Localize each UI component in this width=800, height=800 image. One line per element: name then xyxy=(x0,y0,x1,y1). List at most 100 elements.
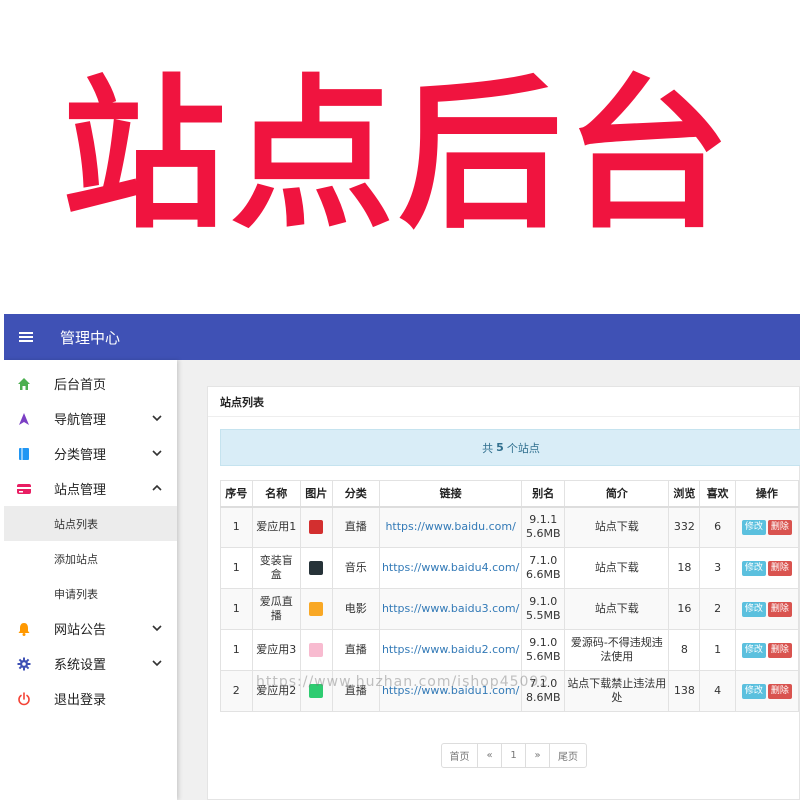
cell-actions: 修改 删除 xyxy=(734,547,800,589)
edit-button[interactable]: 修改 xyxy=(741,643,766,658)
page-last-button[interactable]: 尾页 xyxy=(550,744,586,767)
column-header[interactable]: 喜欢 xyxy=(699,480,736,508)
alias-line: 5.5MB xyxy=(525,609,561,622)
cell-views: 18 xyxy=(668,547,701,589)
cell-views: 8 xyxy=(668,629,701,671)
navigation-arrow-icon xyxy=(16,411,32,427)
table-row: 1 爱应用1 直播 https://www.baidu.com/9.1.1 5.6MB 站… xyxy=(220,506,800,548)
pagination: 首页 «1» 尾页 xyxy=(441,743,587,768)
column-header[interactable]: 分类 xyxy=(331,480,380,508)
cell-category: 音乐 xyxy=(331,547,380,589)
cell-link[interactable]: https://www.baidu3.com/ xyxy=(378,588,523,630)
cell-likes: 2 xyxy=(699,588,736,630)
cell-name: 爱瓜直播 xyxy=(251,588,301,630)
cell-likes: 1 xyxy=(699,629,736,671)
page-next-button[interactable]: » xyxy=(526,744,550,767)
alias-line: 6.6MB xyxy=(525,568,561,581)
sidebar-subitem-2[interactable]: 添加站点 xyxy=(4,541,177,576)
column-header[interactable]: 图片 xyxy=(299,480,333,508)
cell-intro: 爱源码-不得违规违法使用 xyxy=(564,629,670,671)
site-thumbnail xyxy=(309,602,324,616)
cell-likes: 4 xyxy=(699,670,736,712)
delete-button[interactable]: 删除 xyxy=(767,643,792,658)
hamburger-menu-button[interactable] xyxy=(4,314,48,360)
home-icon xyxy=(16,376,32,392)
alias-line: 9.1.1 xyxy=(529,513,558,527)
book-icon xyxy=(16,446,32,462)
column-header[interactable]: 链接 xyxy=(378,480,523,508)
sidebar-item-7[interactable]: 退出登录 xyxy=(4,681,177,716)
sidebar-item-6[interactable]: 系统设置 xyxy=(4,646,177,681)
sidebar-item-5[interactable]: 网站公告 xyxy=(4,611,177,646)
cell-name: 变装盲盒 xyxy=(251,547,301,589)
cell-id: 1 xyxy=(220,629,253,671)
column-header[interactable]: 序号 xyxy=(220,480,253,508)
cell-views: 16 xyxy=(668,588,701,630)
banner-title: 站点后台 xyxy=(62,60,735,251)
column-header[interactable]: 操作 xyxy=(734,480,800,508)
sidebar-item-4[interactable]: 站点管理 xyxy=(4,471,177,506)
sidebar-item-2[interactable]: 导航管理 xyxy=(4,401,177,436)
cell-image xyxy=(299,670,333,712)
page-first-button[interactable]: 首页 xyxy=(442,744,478,767)
alias-line: 7.1.0 xyxy=(529,554,558,567)
sidebar-item-label: 后台首页 xyxy=(54,378,107,393)
edit-button[interactable]: 修改 xyxy=(741,520,766,536)
table-row: 2 爱应用2 直播 https://www.baidu1.com/7.1.0 8.6MB… xyxy=(220,670,800,712)
cell-id: 1 xyxy=(220,506,253,548)
cell-likes: 6 xyxy=(699,506,736,548)
top-bar: 管理中心 xyxy=(4,314,800,360)
sidebar-item-1[interactable]: 后台首页 xyxy=(4,366,177,401)
edit-button[interactable]: 修改 xyxy=(741,561,766,576)
page-number-button[interactable]: 1 xyxy=(502,744,526,767)
delete-button[interactable]: 删除 xyxy=(767,520,792,536)
column-header[interactable]: 浏览 xyxy=(668,480,701,508)
delete-button[interactable]: 删除 xyxy=(767,602,792,617)
cell-actions: 修改 删除 xyxy=(734,670,800,712)
chevron-down-icon xyxy=(150,656,164,670)
edit-button[interactable]: 修改 xyxy=(741,684,766,699)
cell-category: 直播 xyxy=(331,506,380,548)
admin-app: 管理中心 后台首页 导航管理 分类管理 站点管理 站点列表 添加站点 申请列表 网站公告 系统设… xyxy=(4,314,800,800)
site-thumbnail xyxy=(309,561,324,575)
sidebar-subitem-3[interactable]: 申请列表 xyxy=(4,576,177,611)
sidebar-item-3[interactable]: 分类管理 xyxy=(4,436,177,471)
cell-category: 电影 xyxy=(331,588,380,630)
column-header[interactable]: 名称 xyxy=(251,480,301,508)
cell-alias: 9.1.0 5.6MB xyxy=(521,629,566,671)
cell-image xyxy=(299,588,333,630)
cell-intro: 站点下载 xyxy=(564,588,670,630)
delete-button[interactable]: 删除 xyxy=(767,684,792,699)
cell-name: 爱应用1 xyxy=(251,506,301,548)
site-thumbnail xyxy=(309,520,324,535)
sidebar-item-label: 系统设置 xyxy=(54,658,107,673)
count-value: 5 xyxy=(496,441,504,454)
cell-alias: 7.1.0 6.6MB xyxy=(521,547,566,589)
delete-button[interactable]: 删除 xyxy=(767,561,792,576)
sidebar-subitem-1[interactable]: 站点列表 xyxy=(4,506,177,541)
column-header[interactable]: 简介 xyxy=(564,480,670,508)
cell-link[interactable]: https://www.baidu2.com/ xyxy=(378,629,523,671)
edit-button[interactable]: 修改 xyxy=(741,602,766,617)
chevron-down-icon xyxy=(150,411,164,425)
count-suffix: 个站点 xyxy=(506,441,540,455)
alias-line: 9.1.0 xyxy=(529,595,558,608)
alias-line: 5.6MB xyxy=(525,650,561,663)
cell-alias: 7.1.0 8.6MB xyxy=(521,670,566,712)
site-count-alert: 共 5 个站点 xyxy=(220,429,800,466)
cell-id: 2 xyxy=(220,670,253,712)
alias-line: 9.1.0 xyxy=(529,636,558,649)
cell-name: 爱应用3 xyxy=(251,629,301,671)
site-thumbnail xyxy=(309,684,324,698)
card-title: 站点列表 xyxy=(208,387,799,417)
power-icon xyxy=(16,691,32,707)
cell-image xyxy=(299,547,333,589)
cell-link[interactable]: https://www.baidu4.com/ xyxy=(378,547,523,589)
column-header[interactable]: 别名 xyxy=(521,480,566,508)
page-prev-button[interactable]: « xyxy=(478,744,502,767)
sidebar-item-label: 分类管理 xyxy=(54,448,107,463)
cell-link[interactable]: https://www.baidu.com/ xyxy=(378,506,523,548)
cell-image xyxy=(299,506,333,548)
hamburger-icon xyxy=(19,336,33,338)
cell-link[interactable]: https://www.baidu1.com/ xyxy=(378,670,523,712)
